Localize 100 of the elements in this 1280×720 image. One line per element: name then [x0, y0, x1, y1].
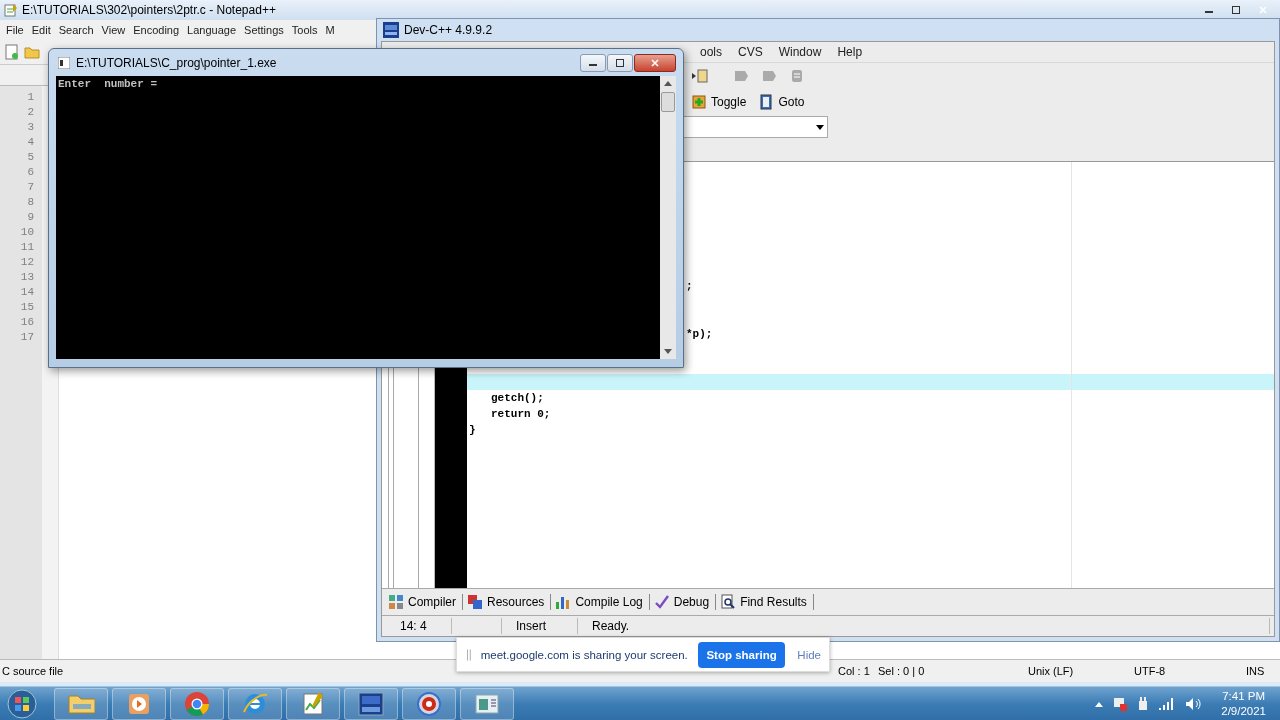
bar-chart-icon — [555, 594, 572, 610]
status-text: C source file — [1, 665, 65, 677]
maximize-icon — [616, 58, 624, 67]
code-line: getch(); — [490, 391, 545, 406]
taskbar-button[interactable] — [286, 688, 340, 720]
line-number: 14 — [20, 285, 34, 300]
line-number: 13 — [20, 270, 34, 285]
menu-item[interactable]: ools — [692, 45, 730, 59]
code-line: ; — [685, 279, 694, 294]
tab[interactable]: Compile Log — [553, 594, 650, 610]
menu-item[interactable]: Window — [770, 45, 830, 59]
menu-item[interactable]: CVS — [730, 45, 771, 59]
line-number: 3 — [27, 120, 34, 135]
clock-date: 2/9/2021 — [1221, 704, 1266, 719]
status-text: Insert — [502, 618, 578, 634]
menu-item[interactable]: M — [321, 24, 339, 36]
maximize-icon — [1232, 6, 1240, 14]
menu-item[interactable]: Language — [183, 24, 241, 36]
line-number: 16 — [20, 315, 34, 330]
line-number: 11 — [20, 240, 34, 255]
windows-logo-icon — [7, 689, 37, 719]
scroll-thumb[interactable] — [661, 92, 675, 112]
toolbar-button[interactable]: Goto — [755, 94, 808, 110]
open-button[interactable] — [24, 44, 40, 60]
signal-icon[interactable] — [1159, 698, 1176, 710]
status-text: Ready. — [578, 618, 1270, 634]
window-title: E:\TUTORIALS\C_prog\pointer_1.exe — [76, 55, 278, 70]
new-file-button[interactable] — [4, 44, 20, 60]
code-line: } — [468, 423, 477, 438]
tab[interactable]: Debug — [651, 594, 717, 610]
line-number: 17 — [20, 330, 34, 345]
tab[interactable]: Resources — [465, 594, 552, 610]
chrome-icon — [183, 690, 211, 718]
status-text: Col : 1 — [837, 665, 871, 677]
folder-icon — [24, 44, 40, 60]
taskbar-button[interactable] — [344, 688, 398, 720]
console-output: Enter number = — [58, 78, 158, 90]
clock-time: 7:41 PM — [1222, 689, 1266, 704]
hide-link[interactable]: Hide — [797, 648, 821, 661]
menu-item[interactable]: Edit — [27, 24, 55, 36]
code-line: *p); — [685, 327, 714, 342]
windows-icon — [467, 594, 483, 610]
taskbar-button[interactable] — [460, 688, 514, 720]
code-line: return 0; — [490, 407, 552, 422]
notification-text: meet.google.com is sharing your screen. — [480, 648, 688, 661]
taskbar-button[interactable] — [112, 688, 166, 720]
notepad-icon — [4, 3, 18, 17]
menu-item[interactable]: Settings — [240, 24, 288, 36]
list-arrow-icon — [691, 68, 709, 84]
line-number: 7 — [27, 180, 34, 195]
grid-icon — [388, 594, 404, 610]
status-text: Unix (LF) — [1027, 665, 1075, 677]
status-text: INS — [1245, 665, 1266, 677]
status-text: 14: 4 — [386, 618, 452, 634]
stop-sharing-button[interactable]: Stop sharing — [697, 641, 786, 668]
taskbar-button[interactable] — [54, 688, 108, 720]
bookmark-icon — [733, 68, 749, 84]
drag-handle-icon[interactable] — [467, 648, 471, 661]
power-plug-icon[interactable] — [1137, 697, 1150, 711]
scrollbar[interactable] — [660, 76, 676, 359]
magnifier-icon — [720, 594, 737, 610]
speaker-icon[interactable] — [1185, 697, 1202, 711]
close-icon — [1259, 6, 1267, 14]
status-text: UTF-8 — [1133, 665, 1167, 677]
close-icon — [651, 58, 659, 67]
arrow-down-icon — [664, 349, 672, 355]
taskbar-button[interactable] — [170, 688, 224, 720]
status-text: Sel : 0 | 0 — [877, 665, 926, 677]
line-number: 15 — [20, 300, 34, 315]
check-icon — [653, 594, 670, 610]
menu-item[interactable]: View — [97, 24, 130, 36]
tag-icon — [789, 68, 805, 84]
menu-item[interactable]: Encoding — [129, 24, 184, 36]
line-number: 10 — [20, 225, 34, 240]
plus-icon — [691, 94, 707, 110]
minimize-button[interactable] — [580, 53, 606, 72]
taskbar-button[interactable] — [228, 688, 282, 720]
console-icon — [58, 56, 70, 69]
menu-item[interactable]: File — [2, 24, 28, 36]
line-number: 12 — [20, 255, 34, 270]
tab[interactable]: Compiler — [386, 594, 463, 610]
dev-logo-icon — [357, 690, 385, 718]
line-number: 2 — [27, 105, 34, 120]
chevron-up-icon[interactable] — [1095, 701, 1104, 707]
window-title: E:\TUTORIALS\302\pointers\2ptr.c - Notepad++ — [22, 3, 277, 17]
toolbar-button[interactable]: Toggle — [688, 94, 750, 110]
line-number: 6 — [27, 165, 34, 180]
line-number: 9 — [27, 210, 34, 225]
tab[interactable]: Find Results — [718, 594, 814, 610]
line-number: 8 — [27, 195, 34, 210]
maximize-button[interactable] — [607, 53, 633, 72]
window-title: Dev-C++ 4.9.9.2 — [404, 23, 493, 37]
menu-item[interactable]: Help — [829, 45, 871, 59]
book-icon — [758, 94, 775, 110]
flag-icon[interactable] — [1113, 697, 1128, 711]
dev-logo-icon — [383, 22, 399, 38]
taskbar-button[interactable] — [402, 688, 456, 720]
menu-item[interactable]: Tools — [287, 24, 322, 36]
menu-item[interactable]: Search — [54, 24, 98, 36]
close-button[interactable] — [634, 53, 676, 72]
